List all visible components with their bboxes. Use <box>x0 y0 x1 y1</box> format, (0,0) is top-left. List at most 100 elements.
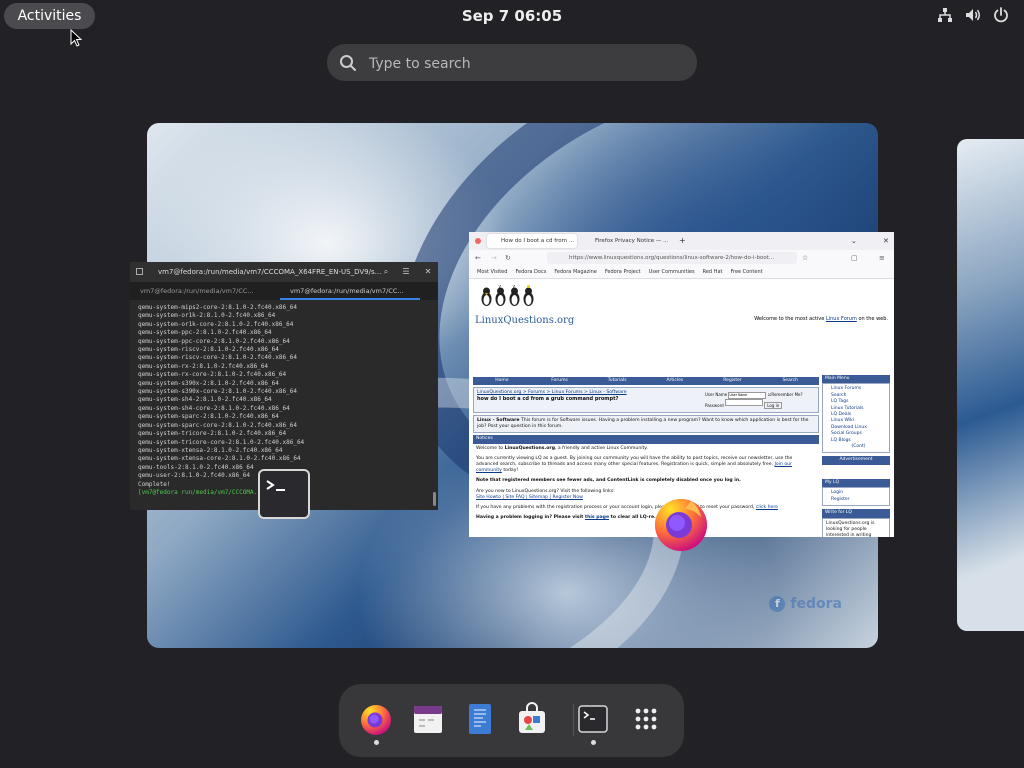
forward-icon[interactable]: → <box>491 250 497 266</box>
browser-tab-bar: How do I boot a cd from ... Firefox Priv… <box>469 232 894 250</box>
advertisement-heading: Advertisement <box>822 456 890 465</box>
login-button[interactable]: Log in <box>764 402 783 409</box>
bookmark-item[interactable]: Red Hat <box>703 266 723 278</box>
bookmarks-toolbar: Most Visited Fedora Docs Fedora Magazine… <box>469 266 894 279</box>
mouse-cursor-icon <box>70 29 83 47</box>
join-suffix: today! <box>503 468 519 474</box>
firefox-window[interactable]: How do I boot a cd from ... Firefox Priv… <box>469 232 894 537</box>
pocket-icon[interactable]: ▢ <box>851 250 858 266</box>
network-icon[interactable] <box>936 6 954 24</box>
site-name: LinuxQuestions.org <box>504 445 555 451</box>
calendar-icon[interactable] <box>411 702 445 736</box>
search-icon[interactable]: ⌕ <box>380 266 392 278</box>
power-icon[interactable] <box>992 6 1010 24</box>
show-apps-icon[interactable] <box>629 702 663 736</box>
lq-nav-forums[interactable]: Forums <box>531 377 589 385</box>
new-user-links[interactable]: Site Howto | Site FAQ | Sitemap | Regist… <box>476 495 816 501</box>
search-bar[interactable] <box>327 44 697 83</box>
reload-icon[interactable]: ↻ <box>505 250 511 266</box>
new-tab-icon[interactable] <box>136 268 143 275</box>
back-icon[interactable]: ← <box>475 250 481 266</box>
bookmark-item[interactable]: Free Content <box>730 266 762 278</box>
forum-name: Linux - Software <box>477 418 520 423</box>
close-icon[interactable]: ✕ <box>883 232 889 250</box>
lq-nav-tutorials[interactable]: Tutorials <box>588 377 646 385</box>
software-icon[interactable] <box>515 702 549 736</box>
penguin-icon <box>481 287 492 306</box>
terminal-line: qemu-system-rx-core-2:8.1.0-2.fc40.x86_6… <box>138 371 287 379</box>
sidebar-more-link[interactable]: (Cont) <box>831 444 886 450</box>
password-field[interactable] <box>724 399 763 406</box>
lq-logo[interactable]: LinuxQuestions.org <box>475 315 574 326</box>
terminal-tab[interactable]: vm7@fedora:/run/media/vm7/CC... <box>130 282 280 300</box>
clock: Sep 7 06:05 <box>0 7 1024 25</box>
welcome-prefix: Welcome to the most active <box>754 316 825 322</box>
terminal-scrollbar[interactable] <box>433 492 436 506</box>
lq-nav-search[interactable]: Search <box>761 377 819 385</box>
app-menu-icon[interactable]: ≡ <box>879 250 885 266</box>
terminal-line: qemu-system-sh4-2:8.1.0-2.fc40.x86_64 <box>138 396 272 404</box>
registered-note: Note that registered members see fewer a… <box>476 478 741 484</box>
terminal-tab-bar: vm7@fedora:/run/media/vm7/CC... vm7@fedo… <box>130 282 438 300</box>
next-workspace-thumbnail[interactable] <box>957 139 1024 631</box>
running-indicator <box>591 740 596 745</box>
clock-label[interactable]: Sep 7 06:05 <box>462 7 562 25</box>
click-here-link[interactable]: click here <box>756 505 778 510</box>
terminal-tab-active[interactable]: vm7@fedora:/run/media/vm7/CC... <box>280 282 420 300</box>
system-tray[interactable] <box>936 6 1010 24</box>
username-field[interactable] <box>728 391 767 399</box>
search-input[interactable] <box>367 44 691 83</box>
terminal-line: qemu-system-sh4-core-2:8.1.0-2.fc40.x86_… <box>138 404 290 412</box>
svg-text:?: ? <box>512 285 515 291</box>
menu-icon[interactable]: ☰ <box>400 266 412 278</box>
terminal-output[interactable]: qemu-system-mips2-core-2:8.1.0-2.fc40.x8… <box>130 300 438 497</box>
terminal-line: qemu-system-s390x-core-2:8.1.0-2.fc40.x8… <box>138 388 297 396</box>
bookmark-item[interactable]: Fedora Project <box>605 266 641 278</box>
bookmark-item[interactable]: User Communities <box>649 266 695 278</box>
my-lq-register-link[interactable]: Register <box>831 497 886 503</box>
bookmark-item[interactable]: Fedora Docs <box>515 266 546 278</box>
lq-nav-home[interactable]: Home <box>473 377 531 385</box>
terminal-titlebar[interactable]: vm7@fedora:/run/media/vm7/CCCOMA_X64FRE_… <box>130 262 438 282</box>
this-page-link[interactable]: this page <box>585 515 609 520</box>
list-tabs-icon[interactable]: ⌄ <box>851 232 857 250</box>
firefox-icon <box>655 499 707 551</box>
terminal-line: qemu-system-xtensa-2:8.1.0-2.fc40.x86_64 <box>138 446 283 454</box>
lq-nav-articles[interactable]: Articles <box>646 377 704 385</box>
dash-separator <box>573 704 574 736</box>
dash <box>339 684 684 757</box>
welcome-para-b: , a friendly and active Linux Community. <box>554 445 648 451</box>
url-text: https://www.linuxquestions.org/questions… <box>569 255 775 261</box>
fedora-wallpaper-logo: f fedora <box>769 596 842 612</box>
browser-navbar: ← → ↻ https://www.linuxquestions.org/que… <box>469 250 894 266</box>
volume-icon[interactable] <box>964 6 982 24</box>
new-tab-icon[interactable]: + <box>679 232 686 250</box>
terminal-tab-label: vm7@fedora:/run/media/vm7/CC... <box>290 287 404 295</box>
browser-tab-active[interactable]: How do I boot a cd from ... <box>487 234 577 248</box>
firefox-view-icon[interactable] <box>475 238 481 244</box>
terminal-line: qemu-system-riscv-core-2:8.1.0-2.fc40.x8… <box>138 354 297 362</box>
lq-breadcrumb-box: LinuxQuestions.org > Forums > Linux Foru… <box>473 387 819 413</box>
fedora-wordmark: fedora <box>790 596 842 612</box>
terminal-line: qemu-system-sparc-core-2:8.1.0-2.fc40.x8… <box>138 421 297 429</box>
main-menu-list: Linux Forums Search LQ Tags Linux Tutori… <box>822 383 890 454</box>
text-editor-icon[interactable] <box>463 702 497 736</box>
terminal-icon[interactable] <box>576 702 610 736</box>
guest-text: You are currently viewing LQ as a guest.… <box>476 455 793 468</box>
forum-description-box: Linux - Software This forum is for Softw… <box>473 415 819 434</box>
bookmark-item[interactable]: Fedora Magazine <box>554 266 597 278</box>
top-bar: Activities Sep 7 06:05 <box>0 0 1024 32</box>
url-bar[interactable]: https://www.linuxquestions.org/questions… <box>547 252 797 264</box>
terminal-line: qemu-system-or1k-2:8.1.0-2.fc40.x86_64 <box>138 312 276 320</box>
bookmark-item[interactable]: Most Visited <box>477 266 507 278</box>
bookmark-star-icon[interactable]: ☆ <box>802 250 808 266</box>
close-icon[interactable]: ✕ <box>422 266 434 278</box>
linux-forum-link[interactable]: Linux Forum <box>826 316 857 322</box>
firefox-icon[interactable] <box>359 702 393 736</box>
lq-nav-register[interactable]: Register <box>704 377 762 385</box>
browser-tab[interactable]: Firefox Privacy Notice — ... <box>581 234 677 248</box>
terminal-line: qemu-system-s390x-2:8.1.0-2.fc40.x86_64 <box>138 379 279 387</box>
having-problem-text: Having a problem logging in? Please visi… <box>476 515 584 521</box>
activities-button[interactable]: Activities <box>4 3 95 29</box>
fedora-icon: f <box>769 596 786 612</box>
